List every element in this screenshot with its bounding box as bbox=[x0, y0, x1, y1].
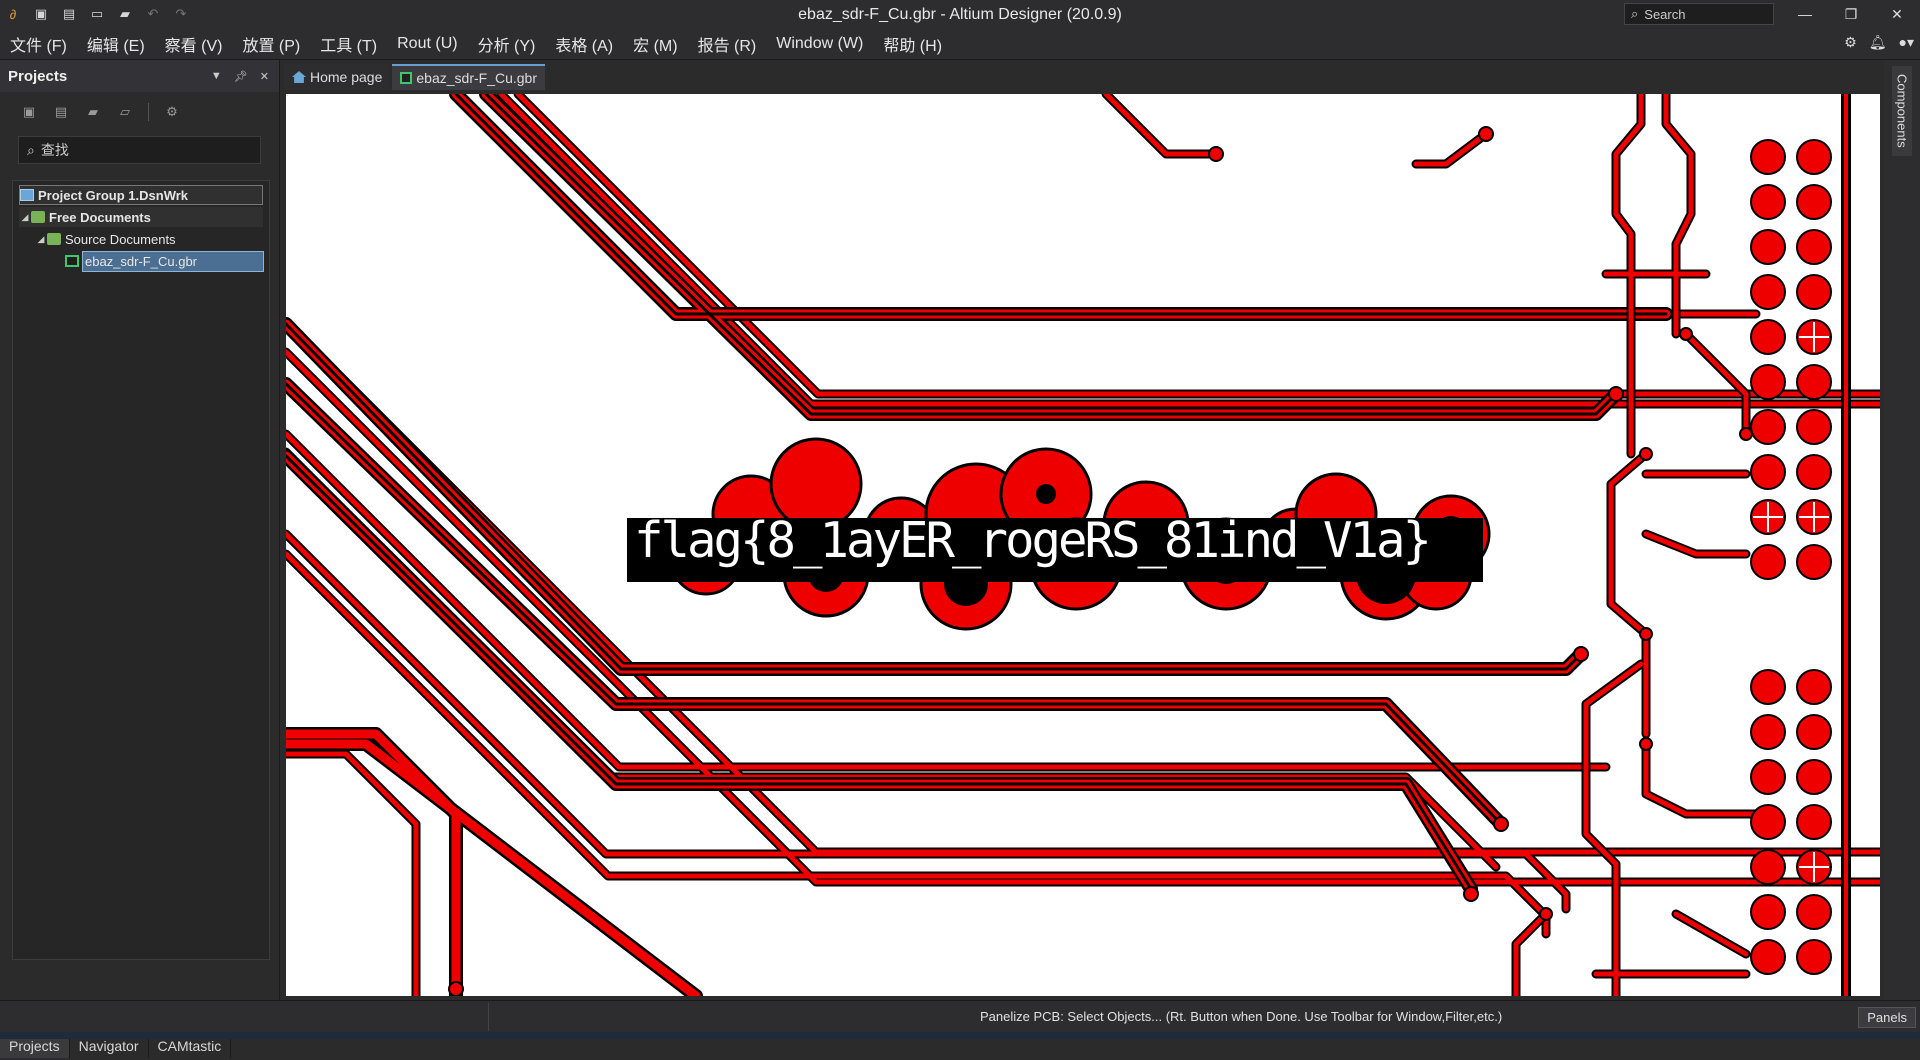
search-icon: ⌕ bbox=[1631, 6, 1639, 21]
tab-components[interactable]: Components bbox=[1892, 66, 1912, 156]
close-project-icon[interactable]: ▱ bbox=[116, 104, 134, 120]
menu-bar: 文件 (F) 编辑 (E) 察看 (V) 放置 (P) 工具 (T) Rout … bbox=[0, 28, 1920, 60]
menu-tools[interactable]: 工具 (T) bbox=[310, 32, 387, 56]
menu-help[interactable]: 帮助 (H) bbox=[873, 32, 952, 56]
menu-analysis[interactable]: 分析 (Y) bbox=[468, 32, 546, 56]
tab-gbr-file[interactable]: ebaz_sdr-F_Cu.gbr bbox=[392, 64, 546, 90]
save-project-icon[interactable]: ▣ bbox=[20, 104, 38, 120]
search-icon: ⌕ bbox=[27, 141, 35, 158]
search-placeholder: Search bbox=[1644, 6, 1686, 22]
toolbar-divider bbox=[148, 103, 149, 121]
pcb-canvas[interactable]: flag{8_1ayER_rogeRS_81ind_V1a} bbox=[286, 94, 1880, 996]
tree-item-free-documents[interactable]: ◢ Free Documents bbox=[19, 207, 263, 227]
projects-panel-header: Projects ▼ 📌︎ ✕ bbox=[0, 60, 279, 92]
source-documents-label: Source Documents bbox=[65, 231, 176, 247]
quick-access-toolbar: ∂ ▣ ▤ ▭ ▰ ↶ ↷ bbox=[0, 5, 190, 23]
menu-place[interactable]: 放置 (P) bbox=[232, 32, 310, 56]
status-bar: Panelize PCB: Select Objects... (Rt. But… bbox=[0, 1000, 1920, 1032]
gerber-file-icon bbox=[400, 72, 413, 84]
folder-icon bbox=[47, 233, 61, 245]
menu-route[interactable]: Rout (U) bbox=[387, 35, 467, 53]
document-tabs: Home page ebaz_sdr-F_Cu.gbr bbox=[284, 62, 547, 90]
open-project-icon[interactable]: ▰ bbox=[116, 5, 134, 23]
close-icon[interactable]: ✕ bbox=[1874, 0, 1920, 28]
menu-reports[interactable]: 报告 (R) bbox=[688, 32, 767, 56]
restore-icon[interactable]: ❐ bbox=[1828, 0, 1874, 28]
collapse-icon[interactable]: ◢ bbox=[19, 212, 31, 223]
save-all-icon[interactable]: ▤ bbox=[60, 5, 78, 23]
search-input[interactable]: ⌕ Search bbox=[1624, 3, 1774, 25]
window-controls: — ❐ ✕ bbox=[1782, 0, 1920, 28]
panel-toolbar: ▣ ▤ ▰ ▱ ⚙ bbox=[0, 92, 279, 132]
tree-item-source-documents[interactable]: ◢ Source Documents bbox=[35, 229, 176, 249]
tab-home-label: Home page bbox=[310, 69, 383, 85]
collapse-icon[interactable]: ◢ bbox=[35, 234, 47, 245]
menu-edit[interactable]: 编辑 (E) bbox=[77, 32, 155, 56]
project-group-label: Project Group 1.DsnWrk bbox=[38, 187, 189, 203]
status-message: Panelize PCB: Select Objects... (Rt. But… bbox=[980, 1009, 1503, 1024]
tab-home-page[interactable]: Home page bbox=[284, 64, 391, 90]
altium-logo-icon: ∂ bbox=[9, 6, 17, 22]
title-bar: ∂ ▣ ▤ ▭ ▰ ↶ ↷ ebaz_sdr-F_Cu.gbr - Altium… bbox=[0, 0, 1920, 28]
project-group-icon bbox=[20, 189, 34, 201]
undo-icon[interactable]: ↶ bbox=[144, 5, 162, 23]
compile-icon[interactable]: ▰ bbox=[84, 104, 102, 120]
projects-panel: Projects ▼ 📌︎ ✕ ▣ ▤ ▰ ▱ ⚙ ⌕ 查找 Project G… bbox=[0, 60, 280, 1058]
project-tree: Project Group 1.DsnWrk ◢ Free Documents … bbox=[12, 180, 270, 960]
menu-right-icons: ⚙ 🔔︎ ●▾ bbox=[1844, 34, 1914, 51]
menu-window[interactable]: Window (W) bbox=[766, 35, 873, 53]
redo-icon[interactable]: ↷ bbox=[172, 5, 190, 23]
settings-icon[interactable]: ⚙ bbox=[163, 104, 181, 120]
os-taskbar bbox=[0, 1032, 1920, 1039]
menu-view[interactable]: 察看 (V) bbox=[155, 32, 233, 56]
menu-macro[interactable]: 宏 (M) bbox=[623, 32, 687, 56]
minimize-icon[interactable]: — bbox=[1782, 0, 1828, 28]
tab-gbr-label: ebaz_sdr-F_Cu.gbr bbox=[416, 70, 538, 86]
folder-icon bbox=[31, 211, 45, 223]
gbr-file-label: ebaz_sdr-F_Cu.gbr bbox=[82, 250, 264, 272]
flag-text: flag{8_1ayER_rogeRS_81ind_V1a} bbox=[634, 512, 1432, 569]
project-search-input[interactable]: ⌕ 查找 bbox=[18, 136, 261, 164]
home-icon bbox=[292, 71, 306, 83]
copy-project-icon[interactable]: ▤ bbox=[52, 104, 70, 120]
gerber-file-icon bbox=[65, 255, 79, 267]
status-divider bbox=[488, 1003, 489, 1031]
user-icon[interactable]: ●▾ bbox=[1899, 34, 1914, 51]
panels-button[interactable]: Panels bbox=[1858, 1007, 1916, 1028]
tree-item-gbr-file[interactable]: ebaz_sdr-F_Cu.gbr bbox=[65, 250, 264, 272]
menu-file[interactable]: 文件 (F) bbox=[0, 32, 77, 56]
gear-icon[interactable]: ⚙ bbox=[1844, 34, 1857, 51]
tree-item-project-group[interactable]: Project Group 1.DsnWrk bbox=[19, 185, 263, 205]
pin-icon[interactable]: 📌︎ bbox=[234, 70, 248, 83]
menu-tables[interactable]: 表格 (A) bbox=[545, 32, 623, 56]
save-icon[interactable]: ▣ bbox=[32, 5, 50, 23]
panel-title: Projects bbox=[8, 67, 68, 85]
free-documents-label: Free Documents bbox=[49, 209, 151, 225]
bell-icon[interactable]: 🔔︎ bbox=[1869, 34, 1887, 51]
open-icon[interactable]: ▭ bbox=[88, 5, 106, 23]
panel-close-icon[interactable]: ✕ bbox=[260, 70, 269, 83]
project-search-placeholder: 查找 bbox=[40, 142, 69, 158]
panel-controls: ▼ 📌︎ ✕ bbox=[211, 70, 279, 83]
right-panel-strip: Components bbox=[1884, 60, 1920, 1000]
panel-menu-icon[interactable]: ▼ bbox=[211, 70, 222, 83]
